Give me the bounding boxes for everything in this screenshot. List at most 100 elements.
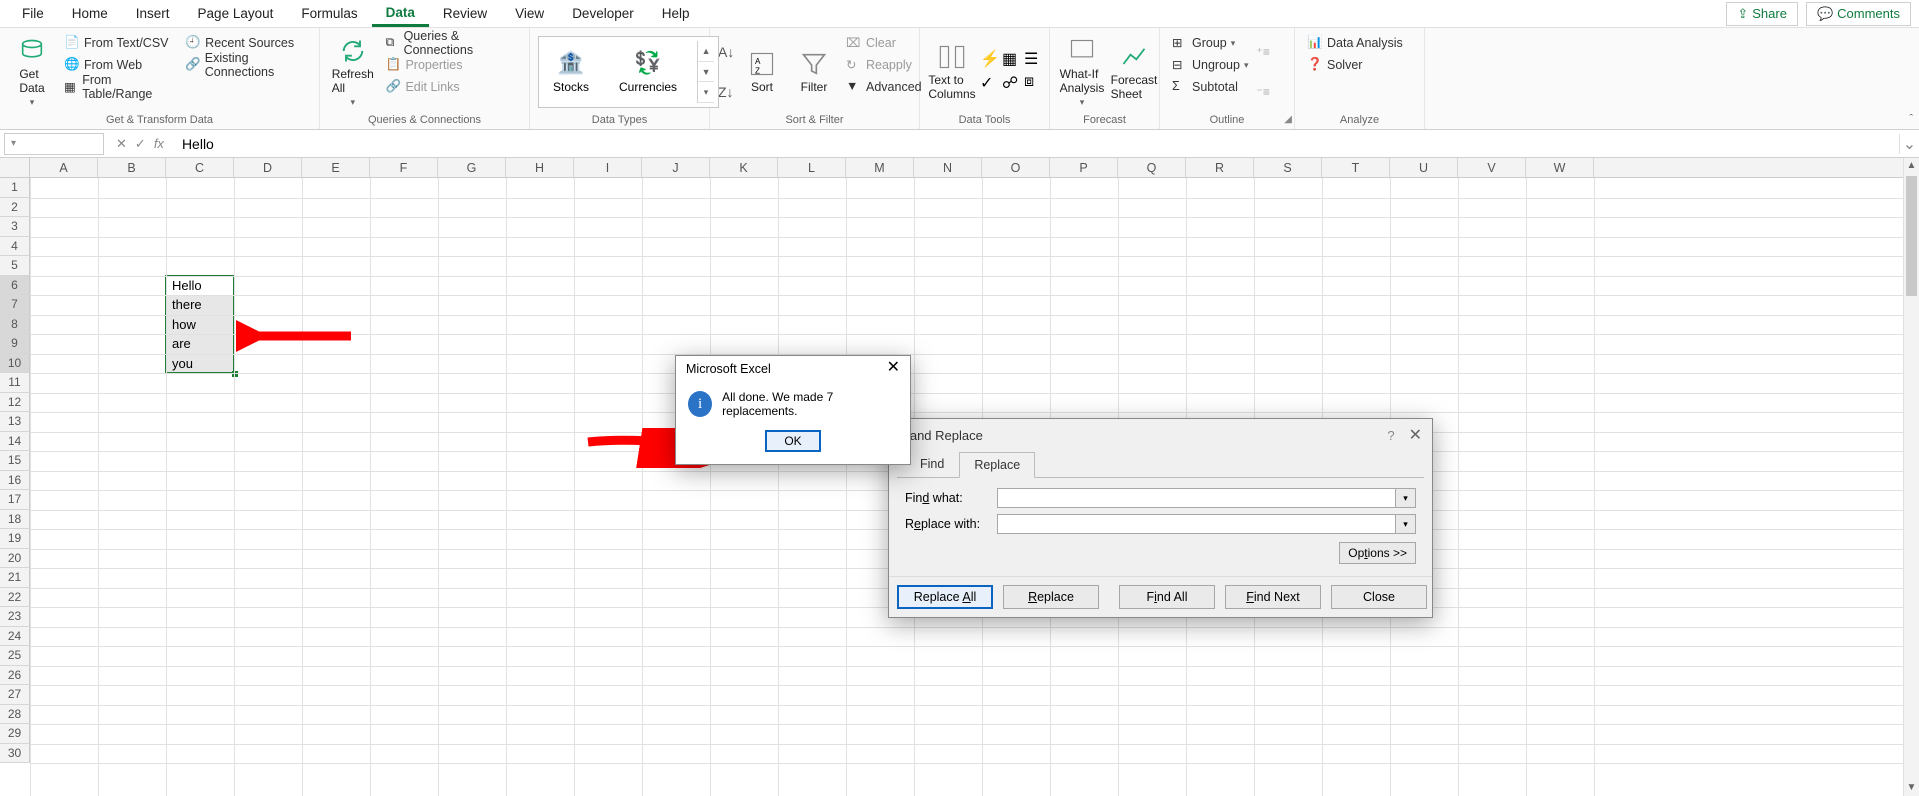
menu-page-layout[interactable]: Page Layout [184,2,288,25]
row-18[interactable]: 18 [0,510,30,530]
row-29[interactable]: 29 [0,724,30,744]
flash-fill-icon[interactable]: ⚡ [980,49,996,65]
col-C[interactable]: C [166,158,234,177]
row-22[interactable]: 22 [0,588,30,608]
menu-developer[interactable]: Developer [558,2,648,25]
advanced-filter[interactable]: ▼Advanced [842,76,926,98]
replace-all-button[interactable]: Replace All [897,585,993,609]
close-button[interactable]: Close [1331,585,1427,609]
collapse-ribbon-icon[interactable]: ˆ [1909,113,1913,125]
row-4[interactable]: 4 [0,237,30,257]
col-L[interactable]: L [778,158,846,177]
col-I[interactable]: I [574,158,642,177]
cell-c8[interactable]: how [168,315,234,335]
row-19[interactable]: 19 [0,529,30,549]
vertical-scrollbar[interactable]: ▲ ▼ [1903,158,1919,796]
menu-insert[interactable]: Insert [122,2,184,25]
col-J[interactable]: J [642,158,710,177]
col-F[interactable]: F [370,158,438,177]
expand-formula-bar[interactable]: ⌄ [1899,134,1919,154]
row-3[interactable]: 3 [0,217,30,237]
relationships-icon[interactable]: ☍ [1002,73,1018,89]
text-to-columns[interactable]: Text to Columns [928,32,976,112]
message-box-close-icon[interactable]: ✕ [887,362,900,376]
menu-data[interactable]: Data [372,1,429,27]
queries-connections[interactable]: ⧉Queries & Connections [381,32,521,54]
currencies-type[interactable]: 💱Currencies [609,50,687,94]
col-B[interactable]: B [98,158,166,177]
col-O[interactable]: O [982,158,1050,177]
scroll-up-icon[interactable]: ▲ [1904,158,1919,174]
data-types-gallery[interactable]: 🏦Stocks 💱Currencies ▲▼▾ [538,36,719,108]
find-what-input[interactable] [997,488,1396,508]
data-analysis[interactable]: 📊Data Analysis [1303,32,1407,54]
col-H[interactable]: H [506,158,574,177]
consolidate-icon[interactable]: ☰ [1024,49,1040,65]
group-rows[interactable]: ⊞Group ▾ [1168,32,1252,54]
col-T[interactable]: T [1322,158,1390,177]
gallery-more[interactable]: ▾ [698,82,714,103]
row-14[interactable]: 14 [0,432,30,452]
cancel-formula-icon[interactable]: ✕ [116,136,127,152]
menu-home[interactable]: Home [58,2,122,25]
row-5[interactable]: 5 [0,256,30,276]
row-7[interactable]: 7 [0,295,30,315]
row-6[interactable]: 6 [0,276,30,296]
column-headers[interactable]: ABCDEFGHIJKLMNOPQRSTUVW [30,158,1903,178]
manage-model-icon[interactable]: ⧈ [1024,73,1040,89]
col-V[interactable]: V [1458,158,1526,177]
fx-icon[interactable]: fx [154,136,164,151]
row-27[interactable]: 27 [0,685,30,705]
replace-with-input[interactable] [997,514,1396,534]
cell-c10[interactable]: you [168,354,234,374]
row-28[interactable]: 28 [0,705,30,725]
col-R[interactable]: R [1186,158,1254,177]
row-9[interactable]: 9 [0,334,30,354]
comments-button[interactable]: 💬Comments [1806,2,1911,26]
cell-c9[interactable]: are [168,334,234,354]
show-detail-icon[interactable]: ⁺≡ [1256,45,1269,59]
menu-file[interactable]: File [8,2,58,25]
gallery-down[interactable]: ▼ [698,62,714,83]
tab-replace[interactable]: Replace [959,452,1035,478]
scroll-down-icon[interactable]: ▼ [1904,780,1919,796]
row-30[interactable]: 30 [0,744,30,764]
cell-c7[interactable]: there [168,295,234,315]
sort-asc-icon[interactable]: A↓ [718,44,734,60]
sort-button[interactable]: AZSort [738,32,786,112]
get-data-button[interactable]: Get Data▾ [8,32,56,112]
col-P[interactable]: P [1050,158,1118,177]
from-text-csv[interactable]: 📄From Text/CSV [60,32,177,54]
edit-links[interactable]: 🔗Edit Links [381,76,521,98]
enter-formula-icon[interactable]: ✓ [135,136,146,152]
row-16[interactable]: 16 [0,471,30,491]
menu-formulas[interactable]: Formulas [287,2,371,25]
reapply-filter[interactable]: ↻Reapply [842,54,926,76]
col-U[interactable]: U [1390,158,1458,177]
col-K[interactable]: K [710,158,778,177]
row-26[interactable]: 26 [0,666,30,686]
menu-review[interactable]: Review [429,2,501,25]
row-13[interactable]: 13 [0,412,30,432]
col-M[interactable]: M [846,158,914,177]
row-20[interactable]: 20 [0,549,30,569]
row-12[interactable]: 12 [0,393,30,413]
scroll-thumb[interactable] [1906,176,1917,296]
tab-find[interactable]: Find [905,451,959,477]
existing-connections[interactable]: 🔗Existing Connections [181,54,311,76]
menu-help[interactable]: Help [648,2,704,25]
remove-dup-icon[interactable]: ▦ [1002,49,1018,65]
row-headers[interactable]: 1234567891011121314151617181920212223242… [0,178,30,763]
replace-button[interactable]: Replace [1003,585,1099,609]
col-A[interactable]: A [30,158,98,177]
ok-button[interactable]: OK [765,430,821,452]
refresh-all-button[interactable]: Refresh All▾ [328,32,377,112]
menu-view[interactable]: View [501,2,558,25]
solver[interactable]: ❓Solver [1303,54,1407,76]
forecast-sheet-button[interactable]: Forecast Sheet [1110,32,1158,112]
col-G[interactable]: G [438,158,506,177]
find-all-button[interactable]: Find All [1119,585,1215,609]
col-W[interactable]: W [1526,158,1594,177]
hide-detail-icon[interactable]: ⁻≡ [1256,85,1269,99]
whatif-button[interactable]: What-If Analysis▾ [1058,32,1106,112]
